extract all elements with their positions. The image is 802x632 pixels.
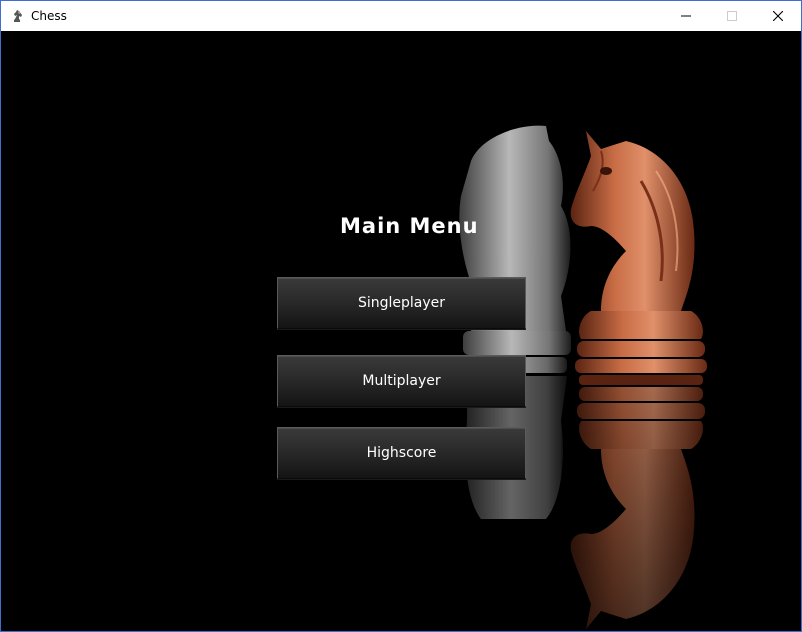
maximize-icon: [727, 11, 737, 21]
maximize-button[interactable]: [709, 1, 755, 31]
copper-knight: [561, 131, 721, 631]
minimize-icon: [681, 15, 691, 17]
chess-knights-artwork: [459, 125, 721, 631]
multiplayer-button[interactable]: Multiplayer: [277, 355, 526, 407]
minimize-button[interactable]: [663, 1, 709, 31]
close-icon: [773, 11, 783, 21]
chess-knight-icon: [9, 8, 25, 24]
app-window: Chess Main Menu Singleplayer Multiplayer…: [0, 0, 802, 632]
singleplayer-button-label: Singleplayer: [357, 295, 446, 311]
highscore-button-label: Highscore: [366, 445, 437, 461]
menu-title: Main Menu: [340, 214, 479, 238]
singleplayer-button[interactable]: Singleplayer: [277, 277, 526, 329]
main-menu-screen: Main Menu Singleplayer Multiplayer Highs…: [1, 31, 801, 631]
title-bar[interactable]: Chess: [1, 1, 801, 31]
window-controls: [663, 1, 801, 31]
close-button[interactable]: [755, 1, 801, 31]
highscore-button[interactable]: Highscore: [277, 427, 526, 479]
window-title: Chess: [31, 9, 67, 23]
multiplayer-button-label: Multiplayer: [362, 373, 441, 389]
